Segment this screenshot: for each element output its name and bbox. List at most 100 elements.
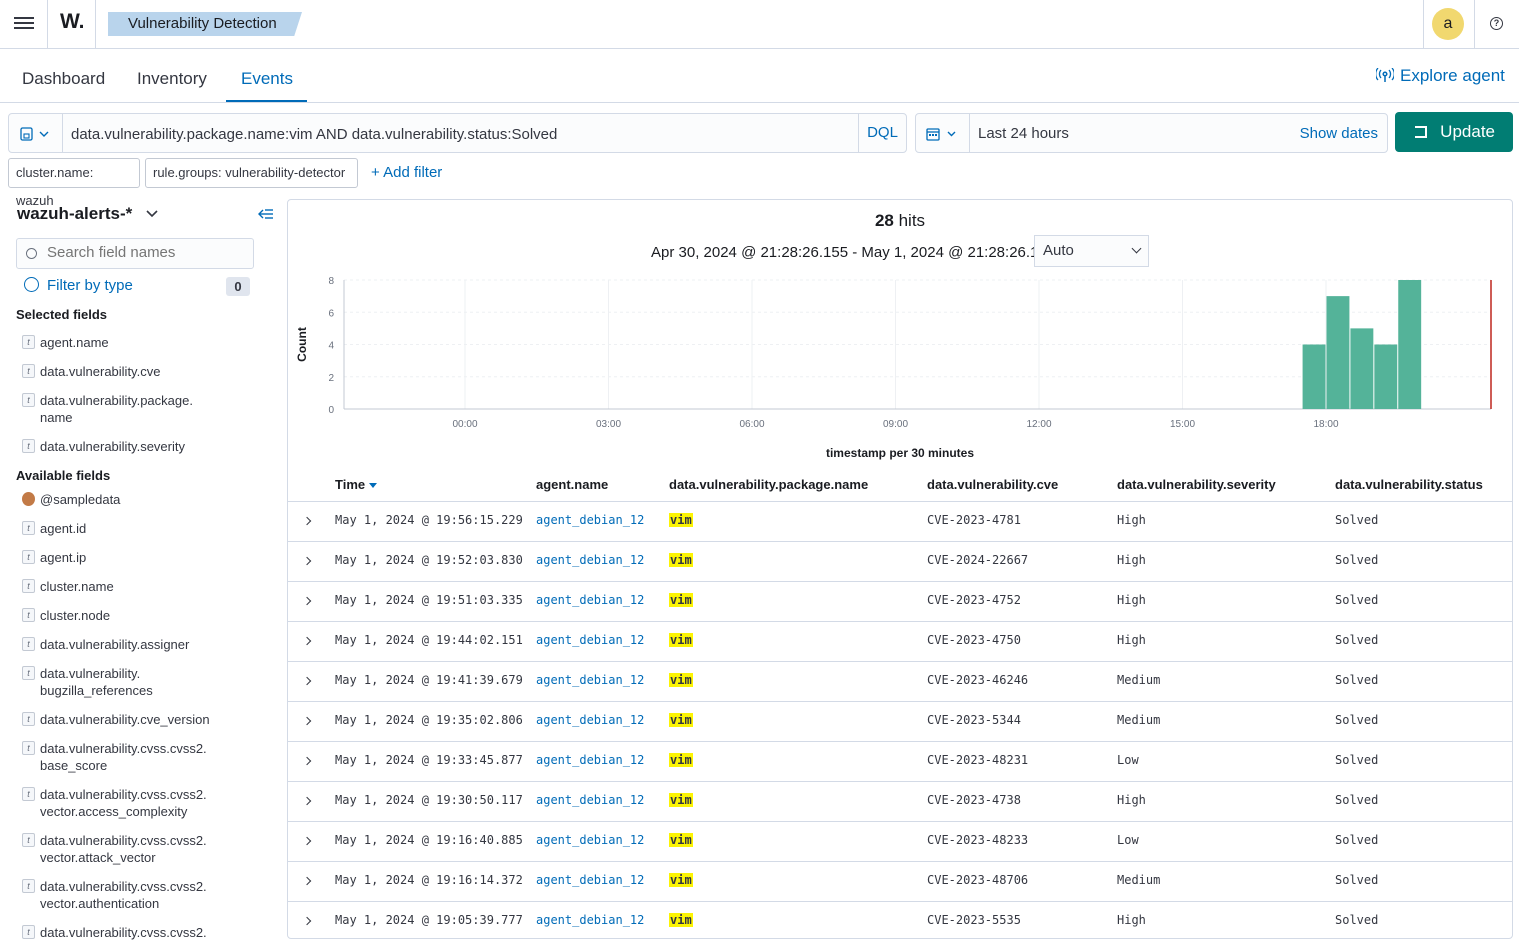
- cell-severity: High: [1117, 633, 1146, 647]
- user-avatar[interactable]: a: [1432, 8, 1464, 40]
- cell-agent-name[interactable]: agent_debian_12: [536, 753, 644, 767]
- cell-agent-name[interactable]: agent_debian_12: [536, 633, 644, 647]
- field-item[interactable]: t data.vulnerability.cvss.cvss2. vector.a…: [22, 878, 240, 912]
- field-item[interactable]: t agent.ip: [22, 549, 240, 566]
- field-item[interactable]: t agent.name: [22, 334, 240, 351]
- field-item[interactable]: @sampledata: [22, 491, 240, 508]
- query-input[interactable]: data.vulnerability.package.name:vim AND …: [71, 126, 557, 143]
- refresh-icon: [1415, 126, 1427, 138]
- y-tick-label: 2: [328, 373, 334, 384]
- column-header[interactable]: data.vulnerability.status: [1335, 477, 1483, 492]
- help-icon[interactable]: ?: [1490, 17, 1503, 30]
- field-item[interactable]: t data.vulnerability.severity: [22, 438, 240, 455]
- expand-row-icon[interactable]: [302, 836, 312, 846]
- field-name: agent.name: [40, 335, 109, 350]
- cell-agent-name[interactable]: agent_debian_12: [536, 793, 644, 807]
- cell-time: May 1, 2024 @ 19:16:14.372: [335, 873, 523, 887]
- histogram-bar: [1398, 280, 1422, 409]
- column-header[interactable]: agent.name: [536, 477, 608, 492]
- expand-row-icon[interactable]: [302, 756, 312, 766]
- cell-agent-name[interactable]: agent_debian_12: [536, 713, 644, 727]
- field-item[interactable]: t agent.id: [22, 520, 240, 537]
- expand-row-icon[interactable]: [302, 596, 312, 606]
- cell-cve: CVE-2023-4781: [927, 513, 1021, 527]
- expand-row-icon[interactable]: [302, 676, 312, 686]
- explore-agent-button[interactable]: Explore agent: [1375, 66, 1505, 86]
- dql-toggle-button[interactable]: DQL: [858, 114, 906, 152]
- collapse-sidebar-icon[interactable]: [258, 207, 274, 224]
- column-header[interactable]: data.vulnerability.severity: [1117, 477, 1276, 492]
- field-item[interactable]: t data.vulnerability.cvss.cvss2. vector.a…: [22, 786, 240, 820]
- date-range-text[interactable]: Last 24 hours: [978, 125, 1069, 142]
- cell-agent-name[interactable]: agent_debian_12: [536, 553, 644, 567]
- field-item[interactable]: t data.vulnerability.package. name: [22, 392, 240, 426]
- field-name: data.vulnerability.cvss.cvss2. vector.au…: [40, 879, 207, 911]
- cell-status: Solved: [1335, 833, 1379, 847]
- cell-agent-name[interactable]: agent_debian_12: [536, 513, 644, 527]
- field-item[interactable]: t data.vulnerability.cvss.cvss2. base_sco…: [22, 740, 240, 774]
- cell-time: May 1, 2024 @ 19:30:50.117: [335, 793, 523, 807]
- cell-status: Solved: [1335, 793, 1379, 807]
- expand-row-icon[interactable]: [302, 636, 312, 646]
- expand-row-icon[interactable]: [302, 796, 312, 806]
- filter-pill-rule-groups[interactable]: rule.groups: vulnerability-detector: [145, 158, 358, 188]
- cell-agent-name[interactable]: agent_debian_12: [536, 673, 644, 687]
- hamburger-menu-icon[interactable]: [14, 14, 34, 34]
- cell-status: Solved: [1335, 753, 1379, 767]
- column-header[interactable]: data.vulnerability.cve: [927, 477, 1058, 492]
- cell-status: Solved: [1335, 593, 1379, 607]
- string-type-icon: t: [22, 393, 35, 407]
- index-pattern-selector[interactable]: wazuh-alerts-*: [17, 204, 159, 224]
- show-dates-link[interactable]: Show dates: [1300, 125, 1378, 142]
- saved-queries-button[interactable]: [9, 114, 63, 152]
- filter-pill-cluster-name[interactable]: cluster.name: wazuh: [8, 158, 140, 208]
- field-item[interactable]: t cluster.name: [22, 578, 240, 595]
- string-type-icon: t: [22, 741, 35, 755]
- cell-agent-name[interactable]: agent_debian_12: [536, 873, 644, 887]
- expand-row-icon[interactable]: [302, 556, 312, 566]
- field-name: data.vulnerability.package. name: [40, 393, 193, 425]
- cell-agent-name[interactable]: agent_debian_12: [536, 593, 644, 607]
- field-item[interactable]: t data.vulnerability.cve_version: [22, 711, 240, 728]
- tab-events[interactable]: Events: [241, 69, 293, 89]
- cell-cve: CVE-2023-4738: [927, 793, 1021, 807]
- expand-row-icon[interactable]: [302, 516, 312, 526]
- cell-agent-name[interactable]: agent_debian_12: [536, 913, 644, 927]
- field-name: data.vulnerability.cve: [40, 364, 161, 379]
- update-button[interactable]: Update: [1395, 112, 1513, 152]
- filter-by-type-button[interactable]: Filter by type: [24, 277, 133, 294]
- table-row: May 1, 2024 @ 19:52:03.830 agent_debian_1…: [288, 542, 1512, 582]
- x-tick-label: 09:00: [883, 419, 908, 430]
- field-item[interactable]: t cluster.node: [22, 607, 240, 624]
- column-header[interactable]: Time: [335, 477, 378, 492]
- wazuh-logo[interactable]: W.: [60, 10, 85, 34]
- cell-time: May 1, 2024 @ 19:33:45.877: [335, 753, 523, 767]
- field-item[interactable]: t data.vulnerability.cvss.cvss2. vector.a…: [22, 832, 240, 866]
- quick-date-menu-button[interactable]: [916, 114, 970, 152]
- divider: [1474, 0, 1475, 48]
- results-panel: 28 hits Apr 30, 2024 @ 21:28:26.155 - Ma…: [287, 199, 1513, 939]
- breadcrumb-vulnerability-detection[interactable]: Vulnerability Detection: [108, 12, 302, 36]
- add-filter-button[interactable]: + Add filter: [371, 164, 442, 181]
- table-row: May 1, 2024 @ 19:16:14.372 agent_debian_1…: [288, 862, 1512, 902]
- field-name: data.vulnerability.assigner: [40, 637, 190, 652]
- x-tick-label: 03:00: [596, 419, 621, 430]
- string-type-icon: t: [22, 787, 35, 801]
- interval-select[interactable]: Auto: [1034, 235, 1149, 267]
- field-item[interactable]: t data.vulnerability.cve: [22, 363, 240, 380]
- cell-agent-name[interactable]: agent_debian_12: [536, 833, 644, 847]
- field-item[interactable]: t data.vulnerability.assigner: [22, 636, 240, 653]
- cell-time: May 1, 2024 @ 19:41:39.679: [335, 673, 523, 687]
- field-search-input[interactable]: [47, 244, 247, 261]
- tab-dashboard[interactable]: Dashboard: [22, 69, 105, 89]
- x-tick-label: 15:00: [1170, 419, 1195, 430]
- field-item[interactable]: t data.vulnerability. bugzilla_references: [22, 665, 240, 699]
- cell-cve: CVE-2023-46246: [927, 673, 1029, 687]
- sort-desc-icon[interactable]: [369, 483, 378, 488]
- expand-row-icon[interactable]: [302, 916, 312, 926]
- expand-row-icon[interactable]: [302, 716, 312, 726]
- save-icon: [20, 127, 49, 141]
- column-header[interactable]: data.vulnerability.package.name: [669, 477, 868, 492]
- expand-row-icon[interactable]: [302, 876, 312, 886]
- tab-inventory[interactable]: Inventory: [137, 69, 207, 89]
